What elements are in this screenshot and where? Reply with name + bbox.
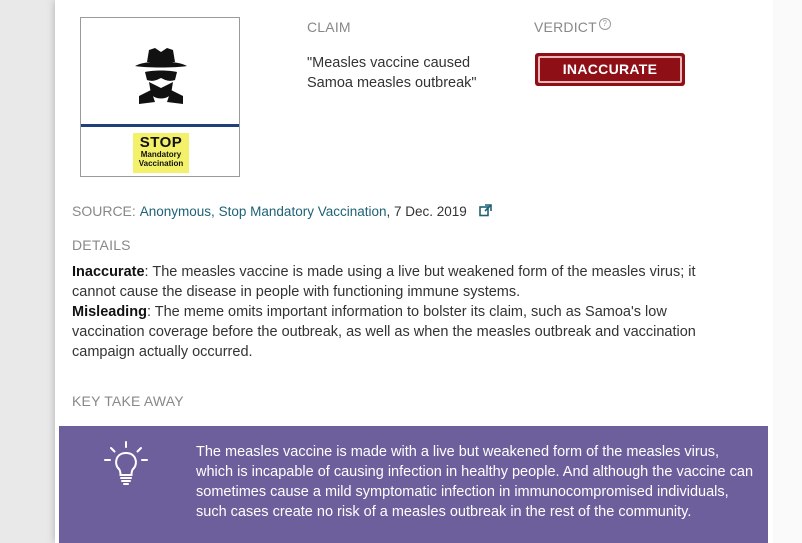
stop-line-2: Vaccination bbox=[138, 159, 184, 168]
key-takeaway-box: The measles vaccine is made with a live … bbox=[59, 426, 768, 543]
verdict-value: INACCURATE bbox=[538, 56, 682, 83]
stop-line-1: Mandatory bbox=[140, 150, 182, 159]
details-text: Inaccurate: The measles vaccine is made … bbox=[72, 262, 732, 362]
source-separator: , bbox=[210, 204, 215, 219]
detail-term: Inaccurate bbox=[72, 264, 145, 280]
source-line: SOURCE: Anonymous, Stop Mandatory Vaccin… bbox=[72, 203, 492, 219]
detail-item: Misleading: The meme omits important inf… bbox=[72, 302, 732, 362]
verdict-badge: INACCURATE bbox=[535, 53, 685, 86]
verdict-label-text: VERDICT bbox=[534, 19, 597, 35]
stop-sign: STOP Mandatory Vaccination bbox=[133, 133, 189, 173]
detail-body: : The meme omits important information t… bbox=[72, 304, 696, 360]
detail-item: Inaccurate: The measles vaccine is made … bbox=[72, 262, 732, 302]
external-link-icon[interactable] bbox=[478, 204, 492, 217]
lightbulb-icon bbox=[104, 441, 148, 485]
image-divider bbox=[81, 124, 239, 127]
help-icon[interactable]: ? bbox=[598, 18, 611, 30]
key-takeaway-label: KEY TAKE AWAY bbox=[72, 393, 184, 409]
page-background bbox=[773, 0, 802, 543]
key-takeaway-text: The measles vaccine is made with a live … bbox=[196, 444, 754, 520]
source-link-publisher[interactable]: Stop Mandatory Vaccination bbox=[219, 204, 387, 219]
detail-term: Misleading bbox=[72, 304, 147, 320]
claim-text: "Measles vaccine caused Samoa measles ou… bbox=[307, 55, 477, 91]
claim-image[interactable]: STOP Mandatory Vaccination bbox=[80, 17, 240, 177]
spy-icon bbox=[135, 48, 187, 104]
detail-body: : The measles vaccine is made using a li… bbox=[72, 264, 696, 300]
claim-label: CLAIM bbox=[307, 19, 351, 35]
source-link-author[interactable]: Anonymous bbox=[140, 204, 211, 219]
source-label: SOURCE: bbox=[72, 203, 136, 219]
stop-word: STOP bbox=[139, 134, 183, 151]
source-date: , 7 Dec. 2019 bbox=[386, 204, 467, 219]
details-label: DETAILS bbox=[72, 237, 131, 253]
verdict-label: VERDICT? bbox=[534, 18, 611, 35]
